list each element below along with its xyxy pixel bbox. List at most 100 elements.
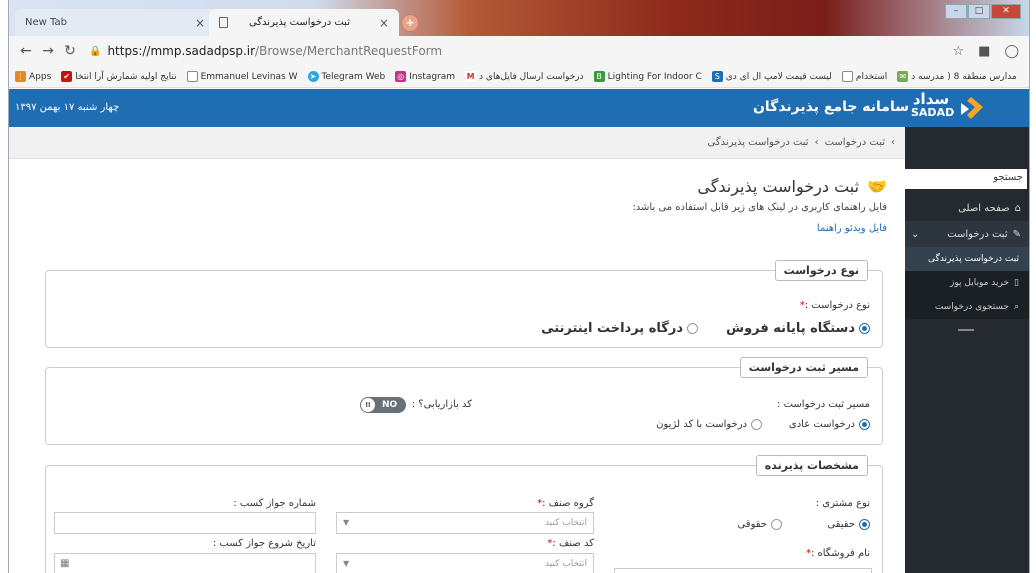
option-label: دستگاه پایانه فروش (726, 321, 855, 336)
window-controls: – □ ✕ (945, 4, 1021, 19)
browser-window: New Tab × ثبت درخواست پذیرندگی × + – □ ✕… (8, 0, 1030, 573)
bookmark-instagram[interactable]: ◎ Instagram (395, 71, 455, 82)
select-placeholder: انتخاب کنید (544, 559, 587, 569)
sidebar-divider (958, 329, 974, 331)
bookmark-apps[interactable]: ⋮ Apps (15, 71, 51, 82)
option-legion-request[interactable]: درخواست با کد لژیون (656, 419, 762, 430)
star-icon[interactable]: ☆ (952, 44, 964, 59)
reload-icon[interactable]: ↻ (59, 43, 81, 59)
address-bar: ← → ↻ 🔒 https://mmp.sadadpsp.ir/Browse/M… (9, 36, 1029, 66)
sidebar-subitem-mobile-pos[interactable]: ▯ خرید موبایل پوز (903, 271, 1029, 295)
breadcrumb-item-register[interactable]: ثبت درخواست (825, 137, 885, 148)
bookmarks-bar: ⋮ Apps ✔ نتایج اولیه شمارش آرا انتخا Emman… (9, 66, 1029, 88)
page-subtitle: فایل راهنمای کاربری در لینک های زیر قابل… (632, 202, 887, 213)
toggle-label: NO (382, 400, 398, 410)
site-icon: S (711, 71, 723, 82)
close-icon[interactable]: × (195, 16, 205, 30)
forward-arrow-icon[interactable]: → (37, 43, 59, 59)
bookmark-lighting[interactable]: B Lighting For Indoor C (593, 71, 702, 82)
mobile-icon: ▯ (1014, 278, 1019, 288)
radio-button[interactable] (859, 323, 870, 334)
radio-button[interactable] (859, 419, 870, 430)
guild-code-select[interactable]: انتخاب کنید ▼ (336, 553, 594, 573)
sidebar-subitem-merchant-request[interactable]: ثبت درخواست پذیرندگی (903, 247, 1029, 271)
sidebar-item-home[interactable]: ⌂ صفحه اصلی (903, 195, 1029, 221)
field-label-text: گروه صنف : (542, 498, 594, 509)
option-label: حقوقی (737, 519, 767, 530)
option-legal-person[interactable]: حقوقی (737, 519, 782, 530)
calendar-icon[interactable]: ▦ (60, 558, 69, 569)
select-placeholder: انتخاب کنید (544, 518, 587, 528)
bookmark-led-prices[interactable]: S لیست قیمت لامپ ال ای دی (711, 71, 832, 82)
check-icon: ✔ (61, 71, 73, 82)
radio-button[interactable] (687, 323, 698, 334)
field-label-text: نام فروشگاه : (810, 548, 870, 559)
extension-icon[interactable]: ■ (978, 44, 990, 59)
bookmark-label: استخدام (855, 71, 888, 82)
option-normal-request[interactable]: درخواست عادی (789, 419, 870, 430)
option-pos-device[interactable]: دستگاه پایانه فروش (726, 321, 870, 336)
guild-group-select[interactable]: انتخاب کنید ▼ (336, 512, 594, 534)
radio-button[interactable] (771, 519, 782, 530)
url-path: /Browse/MerchantRequestForm (255, 44, 443, 58)
sidebar-item-label: صفحه اصلی (958, 202, 1010, 214)
search-icon: ⌕ (1013, 302, 1019, 312)
panel-legend: مشخصات پذیرنده (755, 455, 868, 476)
bookmark-label: Apps (29, 71, 52, 82)
sidebar-submenu: ثبت درخواست پذیرندگی ▯ خرید موبایل پوز ⌕… (903, 247, 1029, 319)
option-label: درگاه پرداخت اینترنتی (541, 321, 683, 336)
store-name-input[interactable] (614, 568, 872, 573)
option-natural-person[interactable]: حقیقی (827, 519, 870, 530)
apps-grid-icon: ⋮ (15, 71, 26, 82)
new-tab-button[interactable]: + (401, 14, 419, 32)
sidebar-item-register-request[interactable]: ✎ ثبت درخواست ⌄ (903, 221, 1029, 247)
bookmark-label: Telegram Web (321, 71, 386, 82)
bookmark-employment[interactable]: استخدام (841, 71, 888, 82)
url-field[interactable]: 🔒 https://mmp.sadadpsp.ir/Browse/Merchan… (89, 44, 442, 58)
bookmark-levinas[interactable]: Emmanuel Levinas W (186, 71, 298, 82)
breadcrumb: › ثبت درخواست › ثبت درخواست پذیرندگی (9, 127, 905, 159)
field-label-text: کد صنف : (552, 538, 594, 549)
radio-button[interactable] (751, 419, 762, 430)
bookmark-schools[interactable]: ✉ مدارس منطقه 8 ( مدرسه د (897, 71, 1017, 82)
page-icon (841, 71, 853, 82)
tab-new-tab[interactable]: New Tab × (15, 9, 215, 36)
minimize-button[interactable]: – (945, 4, 967, 19)
license-number-label: شماره جواز کسب : (233, 498, 316, 509)
sidebar-subitem-search-request[interactable]: ⌕ جستجوی درخواست (903, 295, 1029, 319)
sadad-logo: سداد SADAD (911, 92, 983, 121)
handshake-icon: 🤝 (867, 177, 887, 196)
close-icon[interactable]: × (379, 16, 389, 30)
chevron-down-icon: ▼ (343, 559, 350, 568)
radio-button[interactable] (859, 519, 870, 530)
main-content: › ثبت درخواست › ثبت درخواست پذیرندگی 🤝 ث… (9, 127, 905, 573)
maximize-button[interactable]: □ (968, 4, 990, 19)
marketing-code-toggle[interactable]: II NO (360, 397, 406, 413)
panel-legend: مسیر ثبت درخواست (739, 357, 868, 378)
close-window-button[interactable]: ✕ (991, 4, 1021, 19)
sidebar-search-input[interactable]: جستجو (905, 169, 1027, 189)
video-guide-link[interactable]: فایل ویدئو راهنما (9, 223, 887, 234)
back-arrow-icon[interactable]: ← (15, 43, 37, 59)
current-date: چهار شنبه ۱۷ بهمن ۱۳۹۷ (15, 102, 120, 113)
tab-strip: New Tab × ثبت درخواست پذیرندگی × + – □ ✕ (9, 0, 1029, 36)
option-label: درخواست عادی (788, 419, 855, 430)
url-host: https://mmp.sadadpsp.ir (107, 44, 256, 58)
guild-code-label: کد صنف :* (547, 538, 594, 549)
breadcrumb-sep: › (814, 137, 819, 148)
sidebar: جستجو ⌂ صفحه اصلی ✎ ثبت درخواست ⌄ ثبت در… (903, 127, 1029, 573)
tab-merchant-form[interactable]: ثبت درخواست پذیرندگی × (209, 9, 399, 36)
marketing-code-label: کد بازاریابی؟ : (411, 399, 472, 410)
bookmark-telegram[interactable]: ➤ Telegram Web (307, 71, 386, 82)
license-number-input[interactable] (54, 512, 316, 534)
bookmark-election[interactable]: ✔ نتایج اولیه شمارش آرا انتخا (61, 71, 177, 82)
option-internet-gateway[interactable]: درگاه پرداخت اینترنتی (541, 321, 698, 336)
btl-icon: B (593, 71, 605, 82)
chevron-down-icon: ▼ (343, 518, 350, 527)
field-label-text: نوع درخواست : (804, 300, 870, 311)
license-start-date-input[interactable]: ▦ (54, 553, 316, 573)
request-type-label: نوع درخواست :* (800, 300, 870, 311)
sidebar-item-label: ثبت درخواست (947, 228, 1008, 240)
profile-icon[interactable]: ◯ (1004, 44, 1019, 59)
bookmark-gmail[interactable]: M درخواست ارسال فایل‌های د (465, 71, 584, 82)
